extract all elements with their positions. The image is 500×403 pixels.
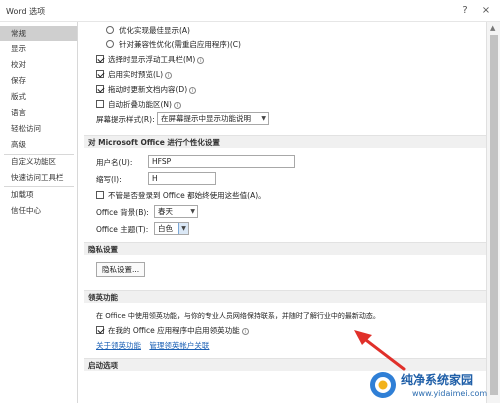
watermark-url: www.yidaimei.com	[412, 389, 488, 398]
vertical-scrollbar[interactable]: ▲	[486, 22, 500, 403]
username-label: 用户名(U):	[96, 158, 133, 167]
office-background-select[interactable]: 春天 ▼	[154, 205, 198, 218]
personalize-section-header: 对 Microsoft Office 进行个性化设置	[84, 135, 486, 148]
sidebar-item-save[interactable]: 保存	[0, 73, 77, 88]
sidebar-item-language[interactable]: 语言	[0, 105, 77, 120]
privacy-settings-button[interactable]: 隐私设置...	[96, 262, 146, 277]
mini-toolbar-checkbox[interactable]: 选择时显示浮动工具栏(M) i	[96, 54, 205, 65]
sidebar-item-proofing[interactable]: 校对	[0, 57, 77, 72]
chevron-down-icon: ▼	[178, 223, 188, 234]
linkedin-enable-checkbox[interactable]: 在我的 Office 应用程序中启用领英功能 i	[96, 325, 249, 336]
sidebar-item-layout[interactable]: 版式	[0, 89, 77, 104]
about-linkedin-link[interactable]: 关于领英功能	[96, 341, 141, 350]
info-icon: i	[241, 328, 249, 335]
checkbox[interactable]	[96, 70, 104, 78]
radio-optimize-compat[interactable]: 针对兼容性优化(需重启应用程序)(C)	[106, 39, 241, 50]
live-preview-checkbox[interactable]: 启用实时预览(L) i	[96, 69, 173, 80]
info-icon: i	[173, 102, 181, 109]
always-use-values-checkbox[interactable]: 不管是否登录到 Office 都始终使用这些值(A)。	[96, 190, 266, 201]
window-title: Word 选项	[6, 7, 46, 16]
office-theme-select[interactable]: 白色 ▼	[154, 222, 189, 235]
sidebar-item-advanced[interactable]: 高级	[0, 137, 77, 152]
office-background-label: Office 背景(B):	[96, 208, 149, 217]
linkedin-section-header: 领英功能	[84, 290, 486, 303]
scroll-up-icon[interactable]: ▲	[490, 24, 495, 32]
checkbox[interactable]	[96, 326, 104, 334]
collapse-ribbon-checkbox[interactable]: 自动折叠功能区(N) i	[96, 99, 181, 110]
sidebar-item-trust-center[interactable]: 信任中心	[0, 203, 77, 218]
checkbox[interactable]	[96, 191, 104, 199]
chevron-down-icon: ▼	[190, 208, 195, 215]
info-icon: i	[197, 57, 205, 64]
privacy-section-header: 隐私设置	[84, 242, 486, 255]
checkbox[interactable]	[96, 55, 104, 63]
checkbox[interactable]	[96, 85, 104, 93]
sidebar-item-accessibility[interactable]: 轻松访问	[0, 121, 77, 136]
screentip-label: 屏幕提示样式(R):	[96, 115, 155, 124]
manage-linkedin-link[interactable]: 管理领英帐户关联	[149, 341, 209, 350]
sidebar-item-general[interactable]: 常规	[0, 26, 77, 41]
watermark-title: 纯净系统家园	[401, 373, 474, 387]
close-button[interactable]: ×	[477, 3, 495, 19]
linkedin-description: 在 Office 中使用领英功能，与你的专业人员网络保持联系，并随时了解行业中的…	[96, 312, 380, 320]
scrollbar-thumb[interactable]	[490, 35, 498, 395]
info-icon: i	[165, 72, 173, 79]
sidebar-item-quick-access-toolbar[interactable]: 快速访问工具栏	[0, 170, 77, 185]
initials-label: 缩写(I):	[96, 175, 122, 184]
sidebar-item-display[interactable]: 显示	[0, 41, 77, 56]
username-input[interactable]: HFSP	[148, 155, 295, 168]
red-arrow-annotation	[354, 330, 406, 371]
office-theme-label: Office 主题(T):	[96, 225, 149, 234]
sidebar-item-addins[interactable]: 加载项	[0, 187, 77, 202]
site-watermark: 纯净系统家园 www.yidaimei.com	[368, 368, 500, 403]
sidebar-item-customize-ribbon[interactable]: 自定义功能区	[0, 154, 77, 169]
radio-optimize-appearance[interactable]: 优化实现最佳显示(A)	[106, 25, 190, 36]
screentip-style-select[interactable]: 在屏幕提示中显示功能说明 ▼	[157, 112, 269, 125]
info-icon: i	[189, 87, 197, 94]
update-doc-drag-checkbox[interactable]: 拖动时更新文档内容(D) i	[96, 84, 197, 95]
watermark-logo-icon	[370, 372, 396, 398]
initials-input[interactable]: H	[148, 172, 216, 185]
help-button[interactable]: ?	[456, 3, 474, 19]
radio-button[interactable]	[106, 26, 114, 34]
chevron-down-icon: ▼	[261, 115, 266, 122]
general-options-panel: 优化实现最佳显示(A) 针对兼容性优化(需重启应用程序)(C) 选择时显示浮动工…	[78, 22, 486, 403]
options-sidebar: 常规 显示 校对 保存 版式 语言 轻松访问 高级 自定义功能区 快速访问工具栏…	[0, 22, 78, 403]
checkbox[interactable]	[96, 100, 104, 108]
radio-button[interactable]	[106, 40, 114, 48]
title-bar: Word 选项 ? ×	[0, 0, 500, 22]
linkedin-links: 关于领英功能 管理领英帐户关联	[96, 340, 209, 351]
